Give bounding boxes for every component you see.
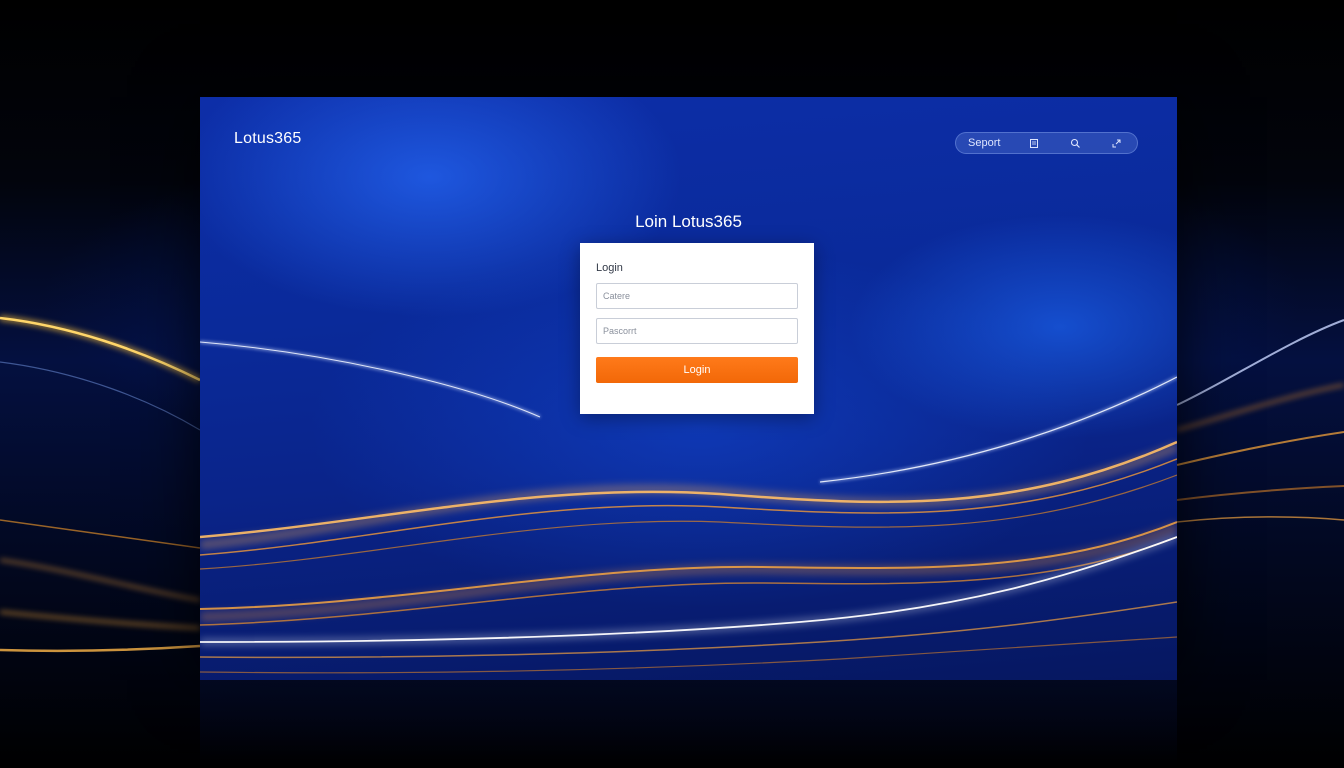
brand-logo-text: Lotus365 [234,130,302,147]
login-card-title: Login [596,262,623,274]
login-window: Lotus365 Seport Loin Lotus365 Login Cate… [200,97,1177,680]
expand-icon[interactable] [1109,136,1123,150]
desktop-backdrop: Lotus365 Seport Loin Lotus365 Login Cate… [0,0,1344,768]
password-field[interactable] [596,318,798,344]
document-icon[interactable] [1027,136,1041,150]
username-field[interactable] [596,283,798,309]
window-reflection [200,680,1177,768]
search-icon[interactable] [1068,136,1082,150]
page-title: Loin Lotus365 [635,212,742,231]
support-link[interactable]: Seport [968,137,1000,149]
top-navigation-pill: Seport [955,132,1138,154]
login-button[interactable]: Login [596,357,798,383]
login-card: Login Login [580,243,814,414]
